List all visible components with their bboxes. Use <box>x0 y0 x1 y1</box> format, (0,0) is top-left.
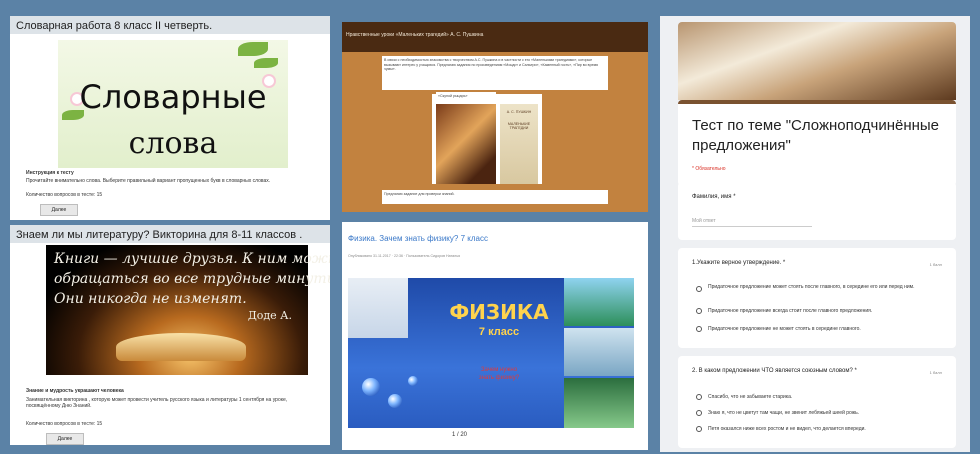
presentation-slide[interactable]: ФИЗИКА 7 класс Зачем нужно знать физику? <box>348 278 634 428</box>
next-button[interactable]: Далее <box>46 433 84 445</box>
card-subtitle: Знание и мудрость украшают человека <box>26 388 124 394</box>
page-title[interactable]: Нравственные уроки «Маленьких трагедий» … <box>346 32 483 38</box>
vocabulary-image: Словарные слова <box>58 40 288 168</box>
leaf-decoration <box>254 58 278 68</box>
slide-question-line2: знать физику? <box>478 375 520 381</box>
test-card-literature[interactable]: Знаем ли мы литературу? Викторина для 8-… <box>10 225 330 445</box>
publish-meta: Опубликовано 31.11.2017 · 22:36 · Пользо… <box>348 254 461 258</box>
question-1-card[interactable]: 1.Укажите верное утверждение. * 1 балл П… <box>678 248 956 348</box>
radio-button[interactable] <box>696 394 702 400</box>
book-author-text: А. С. ПУШКИН <box>506 110 532 114</box>
book-title-text: МАЛЕНЬКИЕ ТРАГЕДИИ <box>507 122 531 130</box>
name-question-card[interactable]: Фамилия, имя * Мой ответ <box>678 182 956 240</box>
quote-author: Доде А. <box>247 309 292 322</box>
pushkin-portrait <box>436 104 496 184</box>
radio-button[interactable] <box>696 308 702 314</box>
card-header[interactable]: Словарная работа 8 класс II четверть. <box>10 16 330 34</box>
open-book-icon <box>116 333 246 361</box>
slide-question-line1: Зачем нужно <box>480 367 518 373</box>
form-title-card: Тест по теме "Сложноподчинённые предложе… <box>678 100 956 186</box>
page-title[interactable]: Физика. Зачем знать физику? 7 класс <box>348 234 488 243</box>
form-header-image <box>678 22 956 100</box>
slide-photo-right-top <box>564 278 634 326</box>
required-note: * Обязательно <box>692 166 726 172</box>
card-header[interactable]: Знаем ли мы литературу? Викторина для 8-… <box>10 225 330 243</box>
question-2-points: 1 балл <box>929 370 942 375</box>
card-description: Занимательная викторина , которую может … <box>26 397 288 409</box>
illustration-caption: «Скупой рыцарь» <box>436 92 496 100</box>
question-1-label: 1.Укажите верное утверждение. * <box>692 260 786 266</box>
questions-count: Количество вопросов в тесте: 15 <box>26 192 103 198</box>
book-quote-image: Книги — лучшие друзья. К ним можно обращ… <box>46 245 330 375</box>
radio-button[interactable] <box>696 326 702 332</box>
next-button[interactable]: Далее <box>40 204 78 216</box>
question-2-label: 2. В каком предложении ЧТО является союз… <box>692 368 857 374</box>
lesson-note: В связи с необходимостью знакомства с тв… <box>382 56 608 90</box>
radio-button[interactable] <box>696 410 702 416</box>
leaf-decoration <box>238 42 268 56</box>
image-text-line1: Словарные <box>79 78 267 116</box>
book-cover: А. С. ПУШКИН МАЛЕНЬКИЕ ТРАГЕДИИ <box>500 104 538 184</box>
questions-count: Количество вопросов в тесте: 15 <box>26 421 103 427</box>
quote-line2: обращаться во все трудные минуты жизни. <box>54 271 330 287</box>
instructions-text: Прочитайте внимательно слова. Выберите п… <box>26 178 271 184</box>
slide-question: Зачем нужно знать физику? <box>444 366 554 382</box>
lesson-illustration: «Скупой рыцарь» А. С. ПУШКИН МАЛЕНЬКИЕ Т… <box>432 92 542 184</box>
question-2-card[interactable]: 2. В каком предложении ЧТО является союз… <box>678 356 956 448</box>
radio-button[interactable] <box>696 426 702 432</box>
lesson-footnote: Предлагаю задание для проверки знаний. <box>382 190 608 204</box>
answer-option[interactable]: Придаточное предложение не может стоять … <box>708 326 938 332</box>
answer-option[interactable]: Петя оказался ниже всех ростом и не виде… <box>708 426 938 432</box>
answer-option[interactable]: Придаточное предложение всегда стоит пос… <box>708 308 938 314</box>
slide-photo-left <box>348 278 408 338</box>
slide-photo-right-bottom <box>564 378 634 428</box>
google-form-test[interactable]: Тест по теме "Сложноподчинённые предложе… <box>660 16 970 452</box>
form-title: Тест по теме "Сложноподчинённые предложе… <box>692 117 940 154</box>
slide-pager[interactable]: 1 / 20 <box>452 432 467 438</box>
name-input[interactable]: Мой ответ <box>692 218 812 227</box>
quote-line3: Они никогда не изменят. <box>54 291 247 307</box>
quote-line1: Книги — лучшие друзья. К ним можно <box>54 251 330 267</box>
name-label: Фамилия, имя * <box>692 194 736 200</box>
instructions-title: Инструкция к тесту <box>26 170 74 176</box>
answer-option[interactable]: Спасибо, что не забываете старика. <box>708 394 938 400</box>
slide-grade: 7 класс <box>478 326 520 338</box>
test-card-vocabulary[interactable]: Словарная работа 8 класс II четверть. Сл… <box>10 16 330 220</box>
slide-title: ФИЗИКА <box>449 300 549 324</box>
image-text-line2: слова <box>128 126 218 161</box>
page-topbar: Нравственные уроки «Маленьких трагедий» … <box>342 22 648 52</box>
answer-option[interactable]: Придаточное предложение может стоять пос… <box>708 284 938 290</box>
pushkin-lesson-page[interactable]: Нравственные уроки «Маленьких трагедий» … <box>342 22 648 212</box>
bubble-decoration <box>388 394 402 408</box>
physics-lesson-page[interactable]: Физика. Зачем знать физику? 7 класс Опуб… <box>342 222 648 450</box>
radio-button[interactable] <box>696 286 702 292</box>
slide-photo-right-mid <box>564 328 634 376</box>
answer-option[interactable]: Знаю я, что не цветут там чащи, не звени… <box>708 410 938 416</box>
bubble-decoration <box>362 378 380 396</box>
question-1-points: 1 балл <box>929 262 942 267</box>
bubble-decoration <box>408 376 418 386</box>
